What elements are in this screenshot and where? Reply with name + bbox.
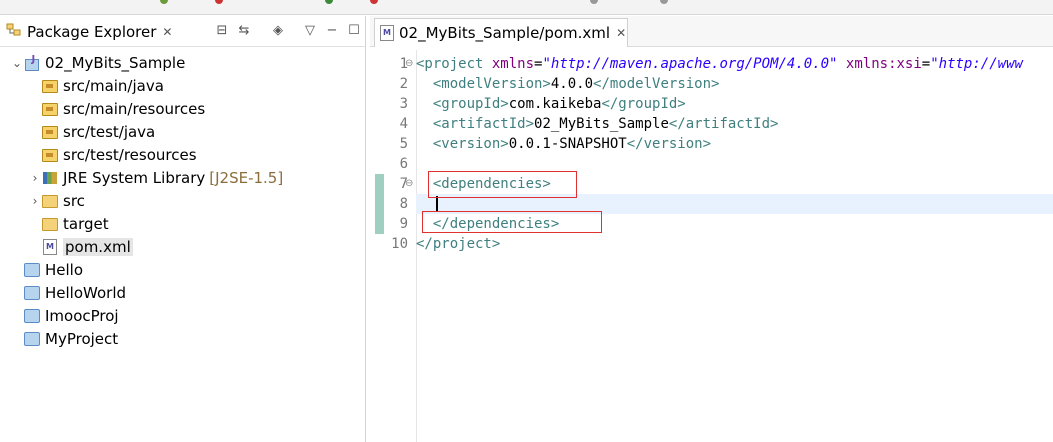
- library-icon: [42, 170, 58, 186]
- line-number: 9: [399, 216, 408, 232]
- focus-icon[interactable]: ◈: [270, 23, 286, 39]
- tree-item[interactable]: MyProject: [10, 328, 118, 350]
- fold-toggle-icon[interactable]: ⊖: [405, 54, 415, 74]
- tree-item-label: pom.xml: [63, 238, 133, 256]
- code-line[interactable]: <groupId>com.kaikeba</groupId>: [416, 94, 686, 114]
- view-menu-icon[interactable]: ▽: [302, 23, 318, 39]
- collapse-all-icon[interactable]: ⊟: [214, 23, 230, 39]
- tree-item-label: HelloWorld: [45, 284, 127, 302]
- maven-project-icon: [24, 54, 40, 71]
- package-folder-icon: [42, 101, 58, 117]
- project-icon: [24, 262, 40, 278]
- run-icon[interactable]: [160, 0, 168, 4]
- editor-area: M 02_MyBits_Sample/pom.xml ✕ 1 2 3 4 5 6 7 8 9 10…: [370, 16, 1053, 442]
- tree-item[interactable]: › src: [28, 190, 85, 212]
- tree-item[interactable]: Mpom.xml: [28, 236, 133, 258]
- close-icon[interactable]: ✕: [162, 25, 172, 39]
- tree-item-label: MyProject: [45, 330, 119, 348]
- editor-tab-label: 02_MyBits_Sample/pom.xml: [399, 24, 611, 42]
- tree-item[interactable]: › JRE System Library [J2SE-1.5]: [28, 167, 284, 189]
- tree-item-label: JRE System Library: [63, 169, 206, 187]
- folder-icon: [42, 193, 58, 209]
- tree-item[interactable]: src/main/java: [28, 75, 164, 97]
- tree-item-decoration: [J2SE-1.5]: [209, 169, 284, 187]
- tree-item[interactable]: HelloWorld: [10, 282, 126, 304]
- tree-item-label: src/test/java: [63, 123, 156, 141]
- text-caret: [436, 196, 438, 212]
- line-number: 6: [399, 156, 408, 172]
- tree-item-label: src: [63, 192, 85, 210]
- explorer-view-toolbar: ⊟ ⇆ ◈ ▽ − ☐: [214, 21, 362, 41]
- code-line[interactable]: <project xmlns="http://maven.apache.org/…: [416, 54, 1023, 74]
- tree-item[interactable]: src/test/java: [28, 121, 155, 143]
- tree-item[interactable]: ImoocProj: [10, 305, 119, 327]
- tree-item[interactable]: src/main/resources: [28, 98, 205, 120]
- collapse-arrow-icon[interactable]: ›: [28, 171, 42, 185]
- back-icon[interactable]: [660, 0, 668, 4]
- tree-item[interactable]: Hello: [10, 259, 83, 281]
- project-icon: [24, 308, 40, 324]
- code-line[interactable]: <version>0.0.1-SNAPSHOT</version>: [416, 134, 711, 154]
- maximize-icon[interactable]: ☐: [346, 23, 362, 39]
- collapse-arrow-icon[interactable]: ›: [28, 194, 42, 208]
- line-number: 5: [399, 136, 408, 152]
- maven-pom-icon: M: [380, 25, 394, 41]
- package-folder-icon: [42, 147, 58, 163]
- tree-item-label: src/main/resources: [63, 100, 206, 118]
- line-number: 2: [399, 76, 408, 92]
- package-folder-icon: [42, 124, 58, 140]
- package-explorer-view: Package Explorer ✕ ⊟ ⇆ ◈ ▽ − ☐ ⌄ 02_MyBit…: [0, 16, 366, 442]
- tree-item-label: ImoocProj: [45, 307, 119, 325]
- line-number: 8: [399, 196, 408, 212]
- folder-icon: [42, 216, 58, 232]
- close-icon[interactable]: ✕: [616, 26, 626, 40]
- fold-toggle-icon[interactable]: ⊖: [405, 174, 415, 194]
- project-icon: [24, 285, 40, 301]
- tree-item-label: src/main/java: [63, 77, 164, 95]
- package-explorer-icon: [6, 22, 22, 42]
- tree-item-label: target: [63, 215, 109, 233]
- link-with-editor-icon[interactable]: ⇆: [236, 23, 252, 39]
- expand-arrow-icon[interactable]: ⌄: [10, 56, 24, 70]
- explorer-tabbar: Package Explorer ✕ ⊟ ⇆ ◈ ▽ − ☐: [0, 16, 365, 47]
- main-toolbar: [0, 0, 1053, 15]
- line-number: 4: [399, 116, 408, 132]
- stop-icon[interactable]: [215, 0, 223, 4]
- line-number-gutter: 1 2 3 4 5 6 7 8 9 10 ⊖ ⊖: [370, 50, 417, 442]
- terminate-icon[interactable]: [370, 0, 378, 4]
- quick-diff-marker: [375, 174, 384, 234]
- tree-item-label: src/test/resources: [63, 146, 197, 164]
- minimize-icon[interactable]: −: [324, 23, 340, 39]
- navigate-icon[interactable]: [590, 0, 598, 4]
- highlight-box-dependencies-close: [422, 211, 602, 233]
- package-folder-icon: [42, 78, 58, 94]
- tab-package-explorer[interactable]: Package Explorer ✕: [6, 18, 176, 46]
- line-number: 10: [391, 236, 408, 252]
- debug-icon[interactable]: [325, 0, 333, 4]
- tree-item-label: Hello: [45, 261, 84, 279]
- tree-item[interactable]: target: [28, 213, 109, 235]
- highlight-box-dependencies-open: [428, 171, 577, 198]
- code-line[interactable]: </project>: [416, 234, 500, 254]
- tab-label: Package Explorer: [27, 23, 157, 41]
- code-line[interactable]: <modelVersion>4.0.0</modelVersion>: [416, 74, 720, 94]
- tree-item-label: 02_MyBits_Sample: [45, 54, 186, 72]
- tree-item[interactable]: ⌄ 02_MyBits_Sample: [10, 52, 185, 74]
- code-line[interactable]: <artifactId>02_MyBits_Sample</artifactId…: [416, 114, 779, 134]
- xml-file-icon: M: [42, 239, 58, 255]
- editor-tabbar: M 02_MyBits_Sample/pom.xml ✕: [370, 16, 1053, 47]
- project-icon: [24, 331, 40, 347]
- tree-item[interactable]: src/test/resources: [28, 144, 197, 166]
- line-number: 3: [399, 96, 408, 112]
- tab-pom-xml[interactable]: M 02_MyBits_Sample/pom.xml ✕: [374, 18, 628, 47]
- code-text-area[interactable]: <project xmlns="http://maven.apache.org/…: [416, 50, 1053, 442]
